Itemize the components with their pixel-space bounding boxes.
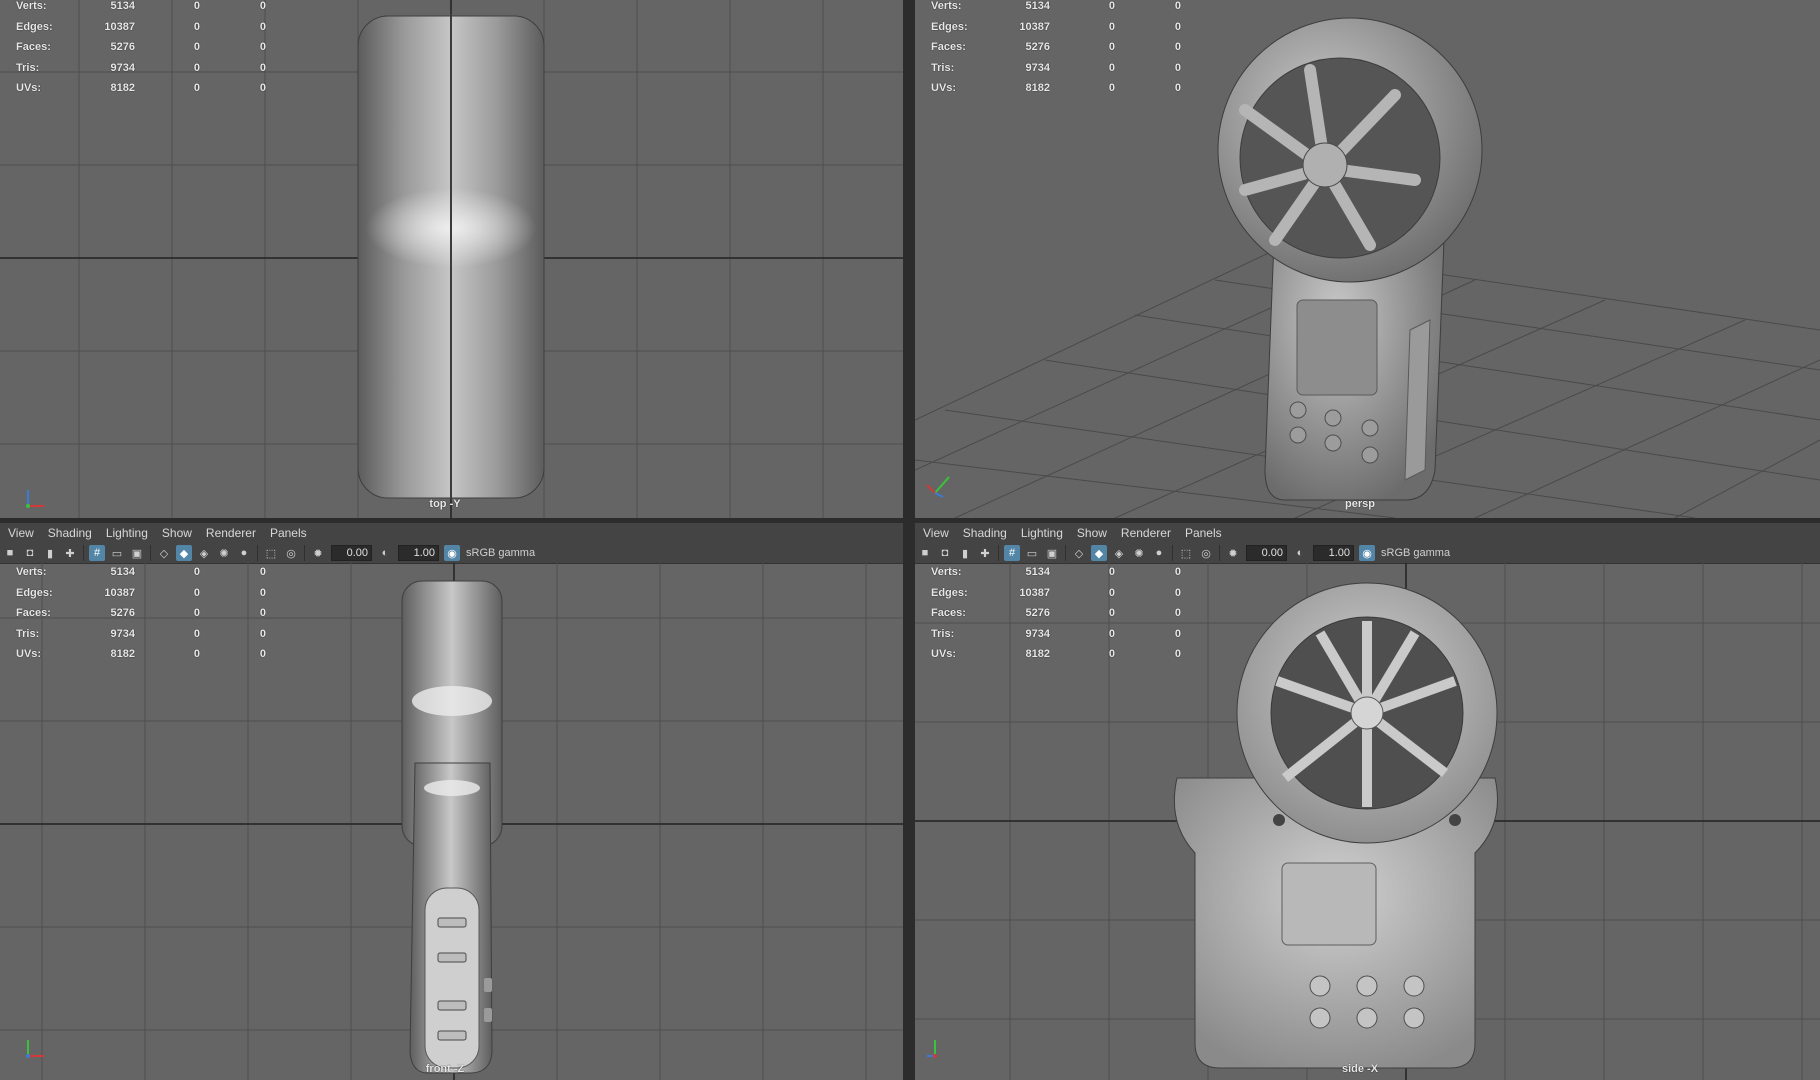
viewport-top-scene [0,0,903,518]
viewport-divider-horizontal[interactable] [0,518,1820,523]
viewport-side[interactable]: View Shading Lighting Show Renderer Pane… [915,523,1820,1080]
viewport-persp[interactable]: Verts: 5134 0 0 Edges: 10387 0 0 Faces: 5276 0 0 … [915,0,1820,518]
viewport-front[interactable]: View Shading Lighting Show Renderer Pane… [0,523,903,1080]
camera-name-label: front -Z [425,1063,465,1075]
viewport-side-scene [915,563,1820,1080]
axis-gizmo-icon [26,490,44,508]
camera-name-label: side -X [1341,1063,1379,1075]
camera-name-label: persp [1345,498,1375,510]
axis-gizmo-icon [927,1040,937,1058]
camera-name-label: top -Y [429,498,461,510]
viewport-front-scene [0,563,903,1080]
axis-gizmo-icon [26,1040,44,1058]
viewport-persp-scene [915,17,1820,518]
axis-gizmo-icon [926,476,950,498]
viewport-top[interactable]: Verts: 5134 0 0 Edges: 10387 0 0 Faces: 5276 0 0 … [0,0,903,518]
viewport-divider-vertical[interactable] [903,0,915,1080]
